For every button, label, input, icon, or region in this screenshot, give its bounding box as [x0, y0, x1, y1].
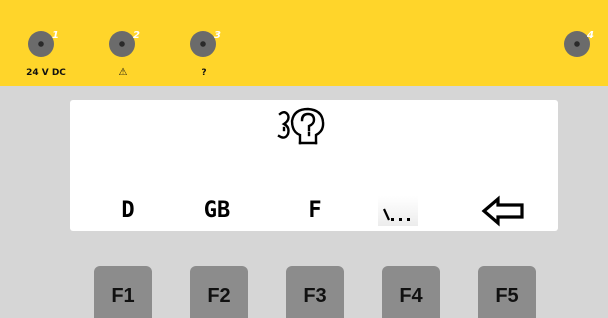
led-label-24vdc: 24 V DC	[26, 68, 66, 78]
f5-key[interactable]: F5	[478, 266, 536, 318]
language-head-question-icon	[277, 107, 325, 145]
status-led-1	[28, 31, 54, 57]
softkey-label-gb: GB	[203, 198, 231, 223]
status-led-2	[109, 31, 135, 57]
warning-icon: ⚠	[118, 67, 128, 78]
f3-key[interactable]: F3	[286, 266, 344, 318]
softkey-label-f: F	[308, 198, 322, 223]
led-number-3: 3	[214, 30, 221, 41]
f1-key[interactable]: F1	[94, 266, 152, 318]
f2-key[interactable]: F2	[190, 266, 248, 318]
status-led-3	[190, 31, 216, 57]
back-arrow-icon	[481, 195, 524, 227]
softkey-label-d: D	[121, 198, 135, 223]
led-number-2: 2	[133, 30, 140, 41]
ellipsis-icon	[378, 196, 418, 226]
led-number-4: 4	[587, 30, 594, 41]
help-icon: ?	[201, 68, 207, 78]
led-number-1: 1	[52, 30, 59, 41]
status-led-bar: 1 24 V DC 2 ⚠ 3 ? 4	[0, 0, 608, 86]
f4-key[interactable]: F4	[382, 266, 440, 318]
